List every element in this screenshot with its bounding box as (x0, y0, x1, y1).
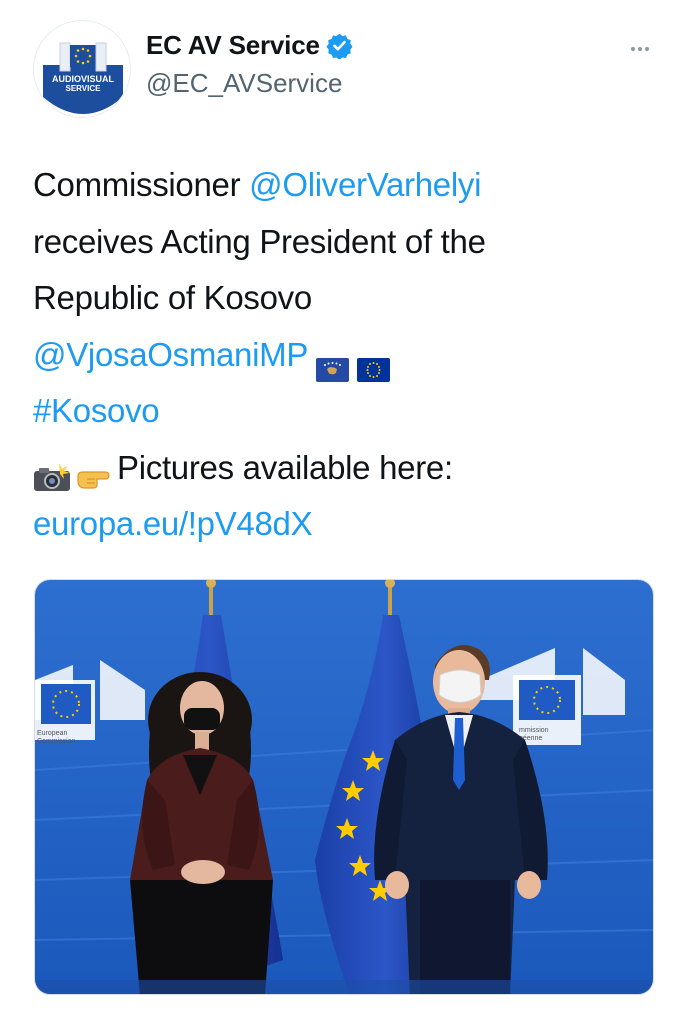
person-left (130, 672, 273, 994)
author-display-name[interactable]: EC AV Service (146, 30, 320, 61)
ec-av-logo-icon: AUDIOVISUAL SERVICE (34, 21, 130, 117)
mention-link-vjosaosmanimp[interactable]: @VjosaOsmaniMP (33, 327, 308, 384)
more-options-icon[interactable] (620, 36, 660, 62)
hand-pointing-right-icon (75, 453, 113, 489)
tweet-line: @VjosaOsmaniMP (33, 327, 663, 384)
svg-text:AUDIOVISUAL: AUDIOVISUAL (52, 74, 115, 84)
verified-badge-icon (326, 32, 353, 60)
url-link[interactable]: europa.eu/!pV48dX (33, 496, 313, 553)
mention-link-olivervarhelyi[interactable]: @OliverVarhelyi (249, 157, 481, 214)
tweet-text: Commissioner @OliverVarhelyi receives Ac… (33, 157, 663, 553)
avatar[interactable]: AUDIOVISUAL SERVICE (33, 20, 131, 118)
tweet-line: #Kosovo (33, 383, 663, 440)
eu-flag-icon (357, 343, 391, 382)
svg-text:European: European (37, 730, 67, 737)
tweet-line: europa.eu/!pV48dX (33, 496, 663, 553)
tweet-line: Pictures available here: (33, 440, 663, 497)
tweet-line: Republic of Kosovo (33, 270, 663, 327)
author-name-row[interactable]: EC AV Service (146, 30, 353, 61)
tweet-line: Commissioner @OliverVarhelyi (33, 157, 663, 214)
tweet-photo[interactable]: European Commission mmission péenne (34, 579, 654, 995)
tweet-line: receives Acting President of the (33, 214, 663, 271)
author-handle[interactable]: @EC_AVService (146, 68, 342, 99)
svg-text:SERVICE: SERVICE (66, 84, 102, 93)
tweet-text-segment: Commissioner (33, 166, 250, 203)
tweet-text-segment: Republic of Kosovo (33, 279, 312, 316)
tweet-text-segment: receives Acting President of the (33, 222, 486, 260)
svg-text:Commission: Commission (37, 738, 76, 745)
svg-text:mmission: mmission (519, 727, 549, 734)
tweet-text-segment: Pictures available here: (117, 448, 453, 486)
kosovo-flag-icon (316, 343, 350, 382)
camera-flash-icon (33, 453, 71, 491)
hashtag-link-kosovo[interactable]: #Kosovo (33, 383, 160, 440)
